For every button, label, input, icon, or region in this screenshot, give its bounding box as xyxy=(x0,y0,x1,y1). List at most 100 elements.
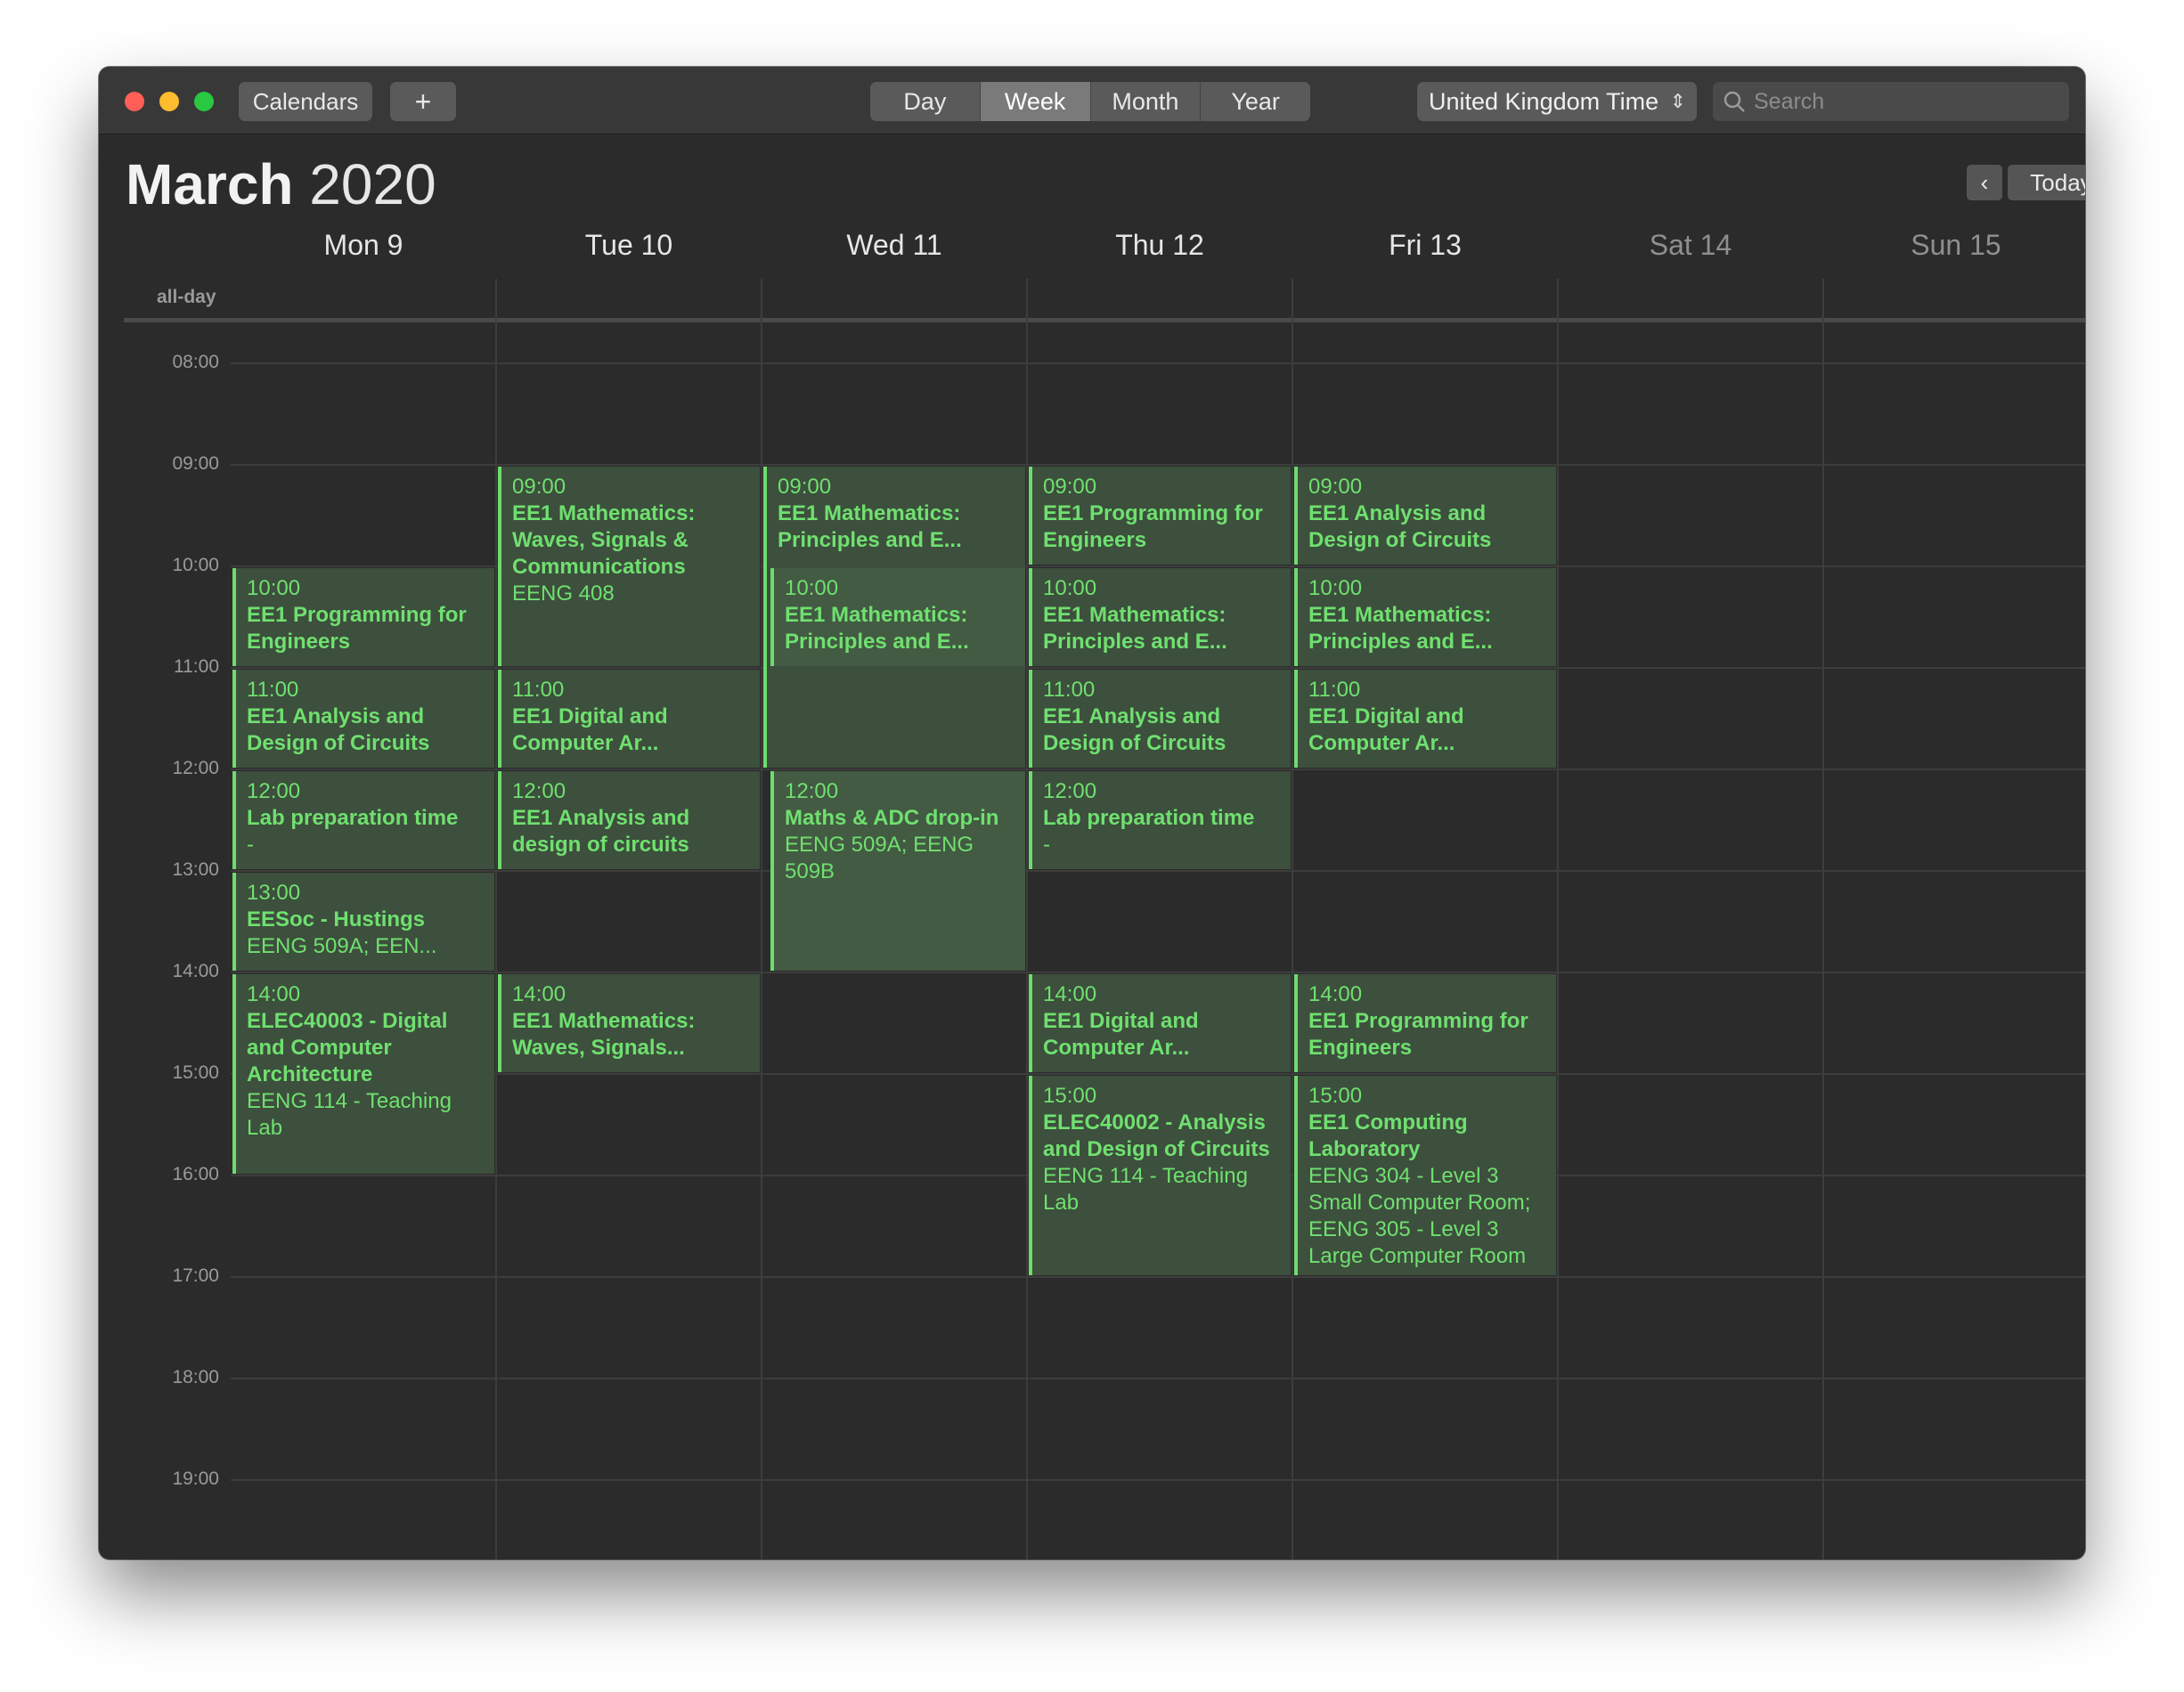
event-time: 11:00 xyxy=(1308,678,1361,702)
event-time: 11:00 xyxy=(1043,678,1096,702)
calendar-event[interactable]: 14:00 ELEC40003 - Digital and Computer Ar… xyxy=(232,974,494,1174)
event-title: ELEC40002 - Analysis and Design of Circu… xyxy=(1043,1110,1270,1161)
calendar-event[interactable]: 15:00 ELEC40002 - Analysis and Design of … xyxy=(1029,1076,1291,1275)
page-title: March 2020 xyxy=(126,151,436,217)
calendar-event[interactable]: 11:00 EE1 Analysis and Design of Circuits xyxy=(1029,670,1291,768)
column-divider xyxy=(761,279,762,1559)
today-button[interactable]: Today xyxy=(2008,165,2085,200)
calendar-event[interactable]: 13:00 EESoc - Hustings EENG 509A; EEN... xyxy=(232,873,494,971)
event-time: 14:00 xyxy=(1043,982,1097,1006)
event-location: EENG 304 - Level 3 Small Computer Room; … xyxy=(1308,1164,1531,1268)
day-header-5[interactable]: Sat 14 xyxy=(1558,229,1823,262)
event-time: 12:00 xyxy=(1043,779,1097,803)
event-location: EENG 114 - Teaching Lab xyxy=(1043,1164,1248,1215)
day-header-6[interactable]: Sun 15 xyxy=(1823,229,2085,262)
calendar-event[interactable]: 10:00 EE1 Programming for Engineers xyxy=(232,568,494,666)
event-title: EE1 Analysis and Design of Circuits xyxy=(247,704,430,755)
day-header-2[interactable]: Wed 11 xyxy=(762,229,1027,262)
search-icon xyxy=(1724,91,1745,112)
previous-week-button[interactable]: ‹ xyxy=(1967,165,2002,200)
hour-label: 15:00 xyxy=(172,1062,219,1083)
hour-label: 12:00 xyxy=(172,758,219,778)
column-divider xyxy=(1292,279,1293,1559)
hour-gridline xyxy=(231,667,2085,669)
event-location: - xyxy=(1043,833,1050,857)
calendar-event[interactable]: 12:00 Lab preparation time - xyxy=(1029,771,1291,869)
day-header-1[interactable]: Tue 10 xyxy=(496,229,762,262)
search-input[interactable]: Search xyxy=(1713,82,2069,121)
column-divider xyxy=(1026,279,1028,1559)
hour-gridline xyxy=(231,1073,2085,1075)
hour-gridline xyxy=(231,362,2085,364)
calendar-event[interactable]: 14:00 EE1 Mathematics: Waves, Signals... xyxy=(498,974,760,1072)
event-time: 09:00 xyxy=(1308,475,1363,499)
calendar-event[interactable]: 11:00 EE1 Digital and Computer Ar... xyxy=(498,670,760,768)
minimize-window-button[interactable] xyxy=(159,92,179,111)
event-time: 14:00 xyxy=(1308,982,1363,1006)
chevron-left-icon: ‹ xyxy=(1980,169,1989,196)
event-time: 11:00 xyxy=(247,678,299,702)
calendars-button[interactable]: Calendars xyxy=(239,82,372,121)
calendar-event[interactable]: 12:00 EE1 Analysis and design of circuits xyxy=(498,771,760,869)
event-time: 14:00 xyxy=(247,982,301,1006)
calendar-event[interactable]: 09:00 EE1 Programming for Engineers xyxy=(1029,467,1291,565)
event-title: EE1 Analysis and Design of Circuits xyxy=(1308,501,1492,552)
hour-gridline xyxy=(231,1276,2085,1278)
event-title: EE1 Mathematics: Principles and E... xyxy=(785,603,969,654)
event-title: EE1 Programming for Engineers xyxy=(1043,501,1263,552)
day-header-4[interactable]: Fri 13 xyxy=(1292,229,1558,262)
view-day-tab[interactable]: Day xyxy=(870,82,981,121)
event-time: 11:00 xyxy=(512,678,565,702)
calendar-event[interactable]: 10:00 EE1 Mathematics: Principles and E..… xyxy=(770,568,1025,666)
event-time: 09:00 xyxy=(778,475,832,499)
add-event-button[interactable]: + xyxy=(390,82,456,121)
event-time: 14:00 xyxy=(512,982,566,1006)
event-time: 10:00 xyxy=(785,576,839,600)
column-divider xyxy=(495,279,497,1559)
hour-label: 08:00 xyxy=(172,352,219,372)
calendar-event[interactable]: 14:00 EE1 Digital and Computer Ar... xyxy=(1029,974,1291,1072)
event-title: EE1 Digital and Computer Ar... xyxy=(1043,1009,1199,1060)
close-window-button[interactable] xyxy=(125,92,144,111)
calendar-event[interactable]: 11:00 EE1 Digital and Computer Ar... xyxy=(1294,670,1556,768)
event-time: 15:00 xyxy=(1308,1084,1363,1108)
hour-label: 16:00 xyxy=(172,1164,219,1184)
updown-chevron-icon: ⇕ xyxy=(1669,90,1686,112)
event-location: - xyxy=(247,833,254,857)
hour-label: 11:00 xyxy=(174,656,219,677)
calendar-event[interactable]: 12:00 Lab preparation time - xyxy=(232,771,494,869)
calendar-event[interactable]: 10:00 EE1 Mathematics: Principles and E..… xyxy=(1294,568,1556,666)
hour-label: 17:00 xyxy=(172,1265,219,1286)
calendar-event[interactable]: 11:00 EE1 Analysis and Design of Circuits xyxy=(232,670,494,768)
event-time: 13:00 xyxy=(247,881,301,905)
view-month-tab[interactable]: Month xyxy=(1091,82,1202,121)
event-time: 09:00 xyxy=(1043,475,1097,499)
calendar-event[interactable]: 14:00 EE1 Programming for Engineers xyxy=(1294,974,1556,1072)
event-time: 10:00 xyxy=(1308,576,1363,600)
event-title: EE1 Computing Laboratory xyxy=(1308,1110,1468,1161)
calendar-event[interactable]: 09:00 EE1 Analysis and Design of Circuits xyxy=(1294,467,1556,565)
calendar-event[interactable]: 12:00 Maths & ADC drop-in EENG 509A; EENG … xyxy=(770,771,1025,971)
zoom-window-button[interactable] xyxy=(194,92,214,111)
view-week-tab[interactable]: Week xyxy=(980,82,1091,121)
allday-divider xyxy=(124,318,2085,322)
event-title: ELEC40003 - Digital and Computer Archite… xyxy=(247,1009,448,1086)
hour-label: 19:00 xyxy=(172,1468,219,1489)
hour-gridline xyxy=(231,870,2085,872)
timezone-select[interactable]: United Kingdom Time ⇕ xyxy=(1417,82,1697,121)
event-time: 15:00 xyxy=(1043,1084,1097,1108)
event-title: EE1 Mathematics: Principles and E... xyxy=(1043,603,1227,654)
event-title: Lab preparation time xyxy=(247,806,459,830)
calendar-event[interactable]: 15:00 EE1 Computing Laboratory EENG 304 - … xyxy=(1294,1076,1556,1275)
search-placeholder: Search xyxy=(1754,89,1825,114)
event-title: EE1 Digital and Computer Ar... xyxy=(512,704,668,755)
event-title: EESoc - Hustings xyxy=(247,907,426,931)
title-year: 2020 xyxy=(309,152,436,216)
calendar-event[interactable]: 09:00 EE1 Mathematics: Waves, Signals & C… xyxy=(498,467,760,666)
day-header-0[interactable]: Mon 9 xyxy=(231,229,496,262)
day-header-3[interactable]: Thu 12 xyxy=(1027,229,1292,262)
hour-label: 13:00 xyxy=(172,859,219,880)
calendar-event[interactable]: 10:00 EE1 Mathematics: Principles and E..… xyxy=(1029,568,1291,666)
event-title: EE1 Digital and Computer Ar... xyxy=(1308,704,1464,755)
view-year-tab[interactable]: Year xyxy=(1201,82,1310,121)
